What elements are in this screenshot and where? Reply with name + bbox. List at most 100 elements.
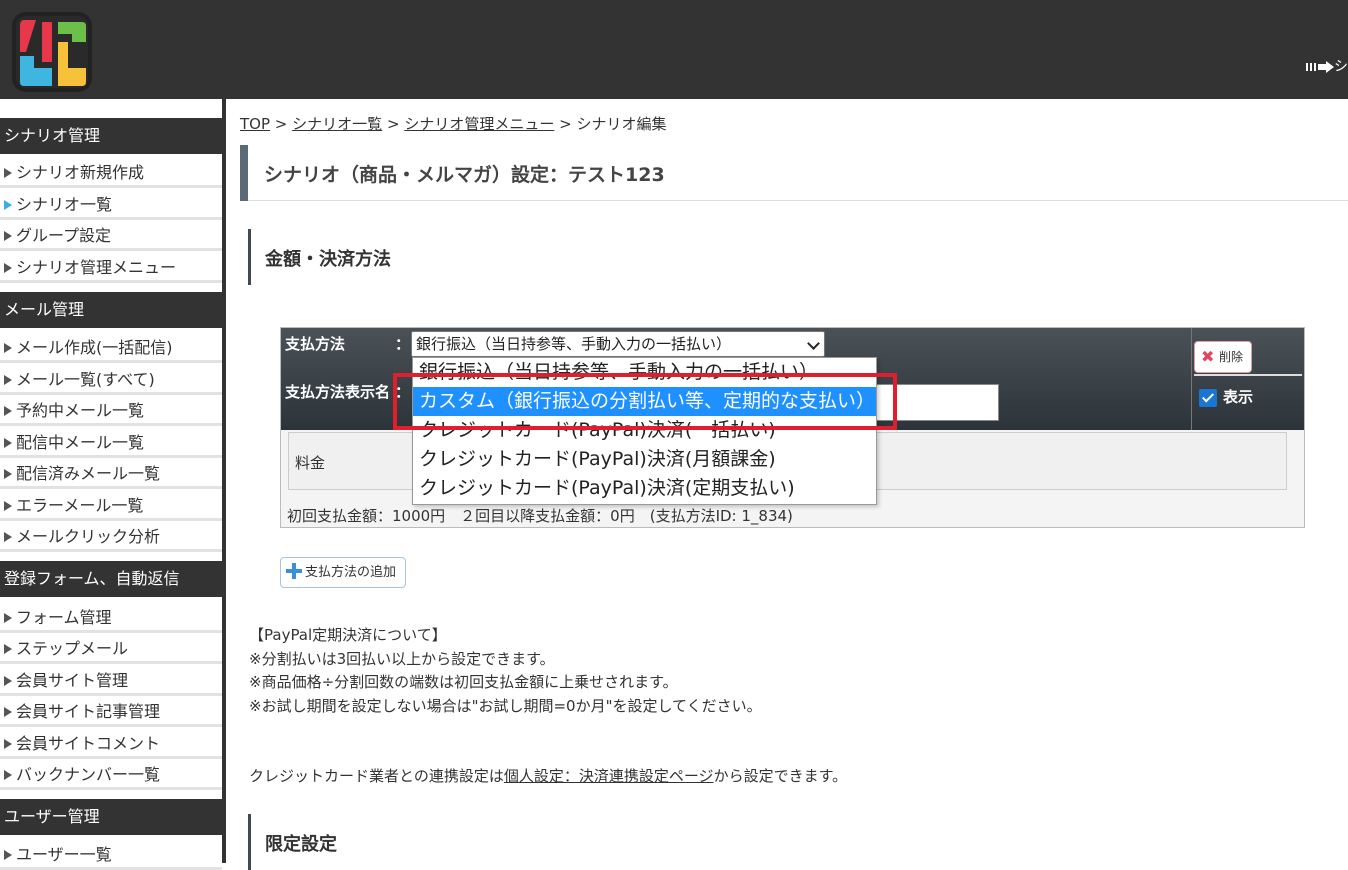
display-name-label: 支払方法表示名 — [285, 383, 391, 401]
sidebar-item-label: メール一覧(すべて) — [16, 370, 155, 389]
sidebar-item-form-manage[interactable]: フォーム管理 — [0, 605, 222, 633]
sidebar-item-label: 配信中メール一覧 — [16, 433, 145, 452]
sidebar-item-label: グループ設定 — [16, 226, 112, 245]
delete-label: 削除 — [1219, 350, 1244, 364]
sidebar-item-label: シナリオ新規作成 — [16, 163, 145, 182]
top-link-text: シ — [1334, 59, 1348, 75]
breadcrumb-scenario-menu[interactable]: シナリオ管理メニュー — [404, 115, 554, 133]
add-payment-method-label: 支払方法の追加 — [305, 565, 397, 580]
sidebar-section-mail: メール管理 — [0, 292, 222, 328]
sidebar-item-mail-sent[interactable]: 配信済みメール一覧 — [0, 461, 222, 489]
triangle-icon — [4, 675, 12, 686]
sidebar-item-label: メールクリック分析 — [16, 527, 161, 546]
sidebar-item-label: 配信済みメール一覧 — [16, 464, 161, 483]
breadcrumb-separator: > — [274, 115, 288, 133]
breadcrumb-current: シナリオ編集 — [576, 115, 667, 133]
display-name-input[interactable] — [875, 384, 999, 421]
section-title-price: 金額・決済方法 — [265, 249, 391, 270]
section-heading-limit: 限定設定 — [248, 814, 1348, 870]
sidebar-item-member-site[interactable]: 会員サイト管理 — [0, 668, 222, 696]
paypal-notes: 【PayPal定期決済について】 ※分割払いは3回払い以上から設定できます。 ※… — [249, 624, 762, 718]
triangle-icon — [4, 230, 12, 241]
sidebar-item-member-comments[interactable]: 会員サイトコメント — [0, 731, 222, 759]
divider — [248, 200, 1348, 201]
add-payment-method-button[interactable]: 支払方法の追加 — [280, 557, 406, 588]
triangle-icon — [4, 531, 12, 542]
note-line: ※商品価格÷分割回数の端数は初回支払金額に上乗せされます。 — [249, 673, 678, 691]
section-title-limit: 限定設定 — [265, 834, 337, 855]
triangle-icon — [4, 167, 12, 178]
triangle-icon — [4, 706, 12, 717]
sidebar-item-mail-create[interactable]: メール作成(一括配信) — [0, 335, 222, 363]
dropdown-option-custom[interactable]: カスタム（銀行振込の分割払い等、定期的な支払い） — [413, 387, 876, 416]
sidebar-item-label: 会員サイト記事管理 — [16, 702, 161, 721]
triangle-icon — [4, 849, 12, 860]
sidebar-item-mail-error[interactable]: エラーメール一覧 — [0, 493, 222, 521]
show-checkbox[interactable] — [1199, 388, 1217, 407]
sidebar-divider — [222, 99, 226, 863]
sidebar-item-label: バックナンバー一覧 — [16, 765, 161, 784]
delete-button[interactable]: ✖ 削除 — [1194, 341, 1252, 373]
divider — [1191, 328, 1192, 430]
page-title-box: シナリオ（商品・メルマガ）設定：テスト123 — [240, 145, 1348, 201]
payment-summary: 初回支払金額：1000円 ２回目以降支払金額：0円 (支払方法ID: 1_834… — [287, 507, 793, 525]
sidebar-item-step-mail[interactable]: ステップメール — [0, 636, 222, 664]
sidebar: シナリオ管理 シナリオ新規作成 シナリオ一覧 グループ設定 シナリオ管理メニュー… — [0, 99, 222, 870]
show-toggle[interactable]: 表示 — [1199, 386, 1253, 407]
plus-icon — [286, 563, 302, 579]
triangle-icon — [4, 738, 12, 749]
breadcrumb-top[interactable]: TOP — [240, 115, 270, 133]
page-title: シナリオ（商品・メルマガ）設定：テスト123 — [264, 164, 665, 186]
breadcrumb-separator: > — [559, 115, 572, 133]
colon: ： — [395, 335, 411, 353]
fee-label: 料金 — [295, 454, 326, 472]
sidebar-item-backnumbers[interactable]: バックナンバー一覧 — [0, 762, 222, 790]
triangle-icon — [4, 769, 12, 780]
arrow-right-icon — [1306, 61, 1334, 73]
dropdown-option-bank[interactable]: 銀行振込（当日持参等、手動入力の一括払い） — [413, 358, 876, 387]
sidebar-item-scenario-list[interactable]: シナリオ一覧 — [0, 192, 222, 220]
sidebar-item-scenario-menu[interactable]: シナリオ管理メニュー — [0, 255, 222, 283]
sidebar-item-mail-sending[interactable]: 配信中メール一覧 — [0, 430, 222, 458]
show-label: 表示 — [1223, 388, 1254, 406]
note-line: 【PayPal定期決済について】 — [249, 626, 447, 644]
payment-settings-link[interactable]: 個人設定：決済連携設定ページ — [504, 767, 714, 785]
dropdown-option-card-periodic[interactable]: クレジットカード(PayPal)決済(定期支払い) — [413, 474, 876, 503]
sidebar-item-mail-scheduled[interactable]: 予約中メール一覧 — [0, 398, 222, 426]
sidebar-item-scenario-new[interactable]: シナリオ新規作成 — [0, 160, 222, 188]
credit-card-settings-note: クレジットカード業者との連携設定は個人設定：決済連携設定ページから設定できます。 — [249, 765, 847, 786]
sidebar-item-group-settings[interactable]: グループ設定 — [0, 223, 222, 251]
note-line: ※お試し期間を設定しない場合は"お試し期間=0か月"を設定してください。 — [249, 696, 762, 715]
payment-method-select[interactable]: 銀行振込（当日持参等、手動入力の一括払い） — [411, 331, 825, 357]
sidebar-item-mail-list[interactable]: メール一覧(すべて) — [0, 367, 222, 395]
sidebar-item-label: 予約中メール一覧 — [16, 401, 145, 420]
dropdown-option-card-monthly[interactable]: クレジットカード(PayPal)決済(月額課金) — [413, 445, 876, 474]
section-heading-price: 金額・決済方法 — [248, 229, 1348, 285]
sidebar-item-label: シナリオ管理メニュー — [16, 258, 177, 277]
payment-method-label: 支払方法 — [285, 335, 346, 353]
triangle-icon — [4, 468, 12, 479]
sidebar-item-mail-click[interactable]: メールクリック分析 — [0, 524, 222, 552]
breadcrumb-scenario-list[interactable]: シナリオ一覧 — [292, 115, 382, 133]
chevron-down-icon — [807, 337, 820, 350]
triangle-icon — [4, 437, 12, 448]
dropdown-option-card-lump[interactable]: クレジットカード(PayPal)決済(一括払い) — [413, 416, 876, 445]
close-icon: ✖ — [1201, 347, 1215, 366]
triangle-icon — [4, 374, 12, 385]
sidebar-section-scenario: シナリオ管理 — [0, 118, 222, 154]
sidebar-item-label: エラーメール一覧 — [16, 496, 144, 515]
sidebar-item-label: ステップメール — [16, 639, 129, 658]
cc-suffix: から設定できます。 — [713, 767, 848, 785]
note-line: ※分割払いは3回払い以上から設定できます。 — [249, 649, 555, 668]
breadcrumb: TOP > シナリオ一覧 > シナリオ管理メニュー > シナリオ編集 — [240, 113, 666, 134]
triangle-icon — [4, 262, 12, 273]
sidebar-item-label: 会員サイト管理 — [16, 671, 129, 690]
triangle-icon — [4, 342, 12, 353]
triangle-icon — [4, 199, 12, 210]
sidebar-item-member-articles[interactable]: 会員サイト記事管理 — [0, 699, 222, 727]
colon: ： — [395, 383, 411, 401]
sidebar-section-users: ユーザー管理 — [0, 799, 222, 835]
app-logo[interactable] — [12, 12, 92, 92]
top-right-link[interactable]: シ — [1306, 56, 1348, 76]
sidebar-item-user-list[interactable]: ユーザー一覧 — [0, 842, 222, 870]
